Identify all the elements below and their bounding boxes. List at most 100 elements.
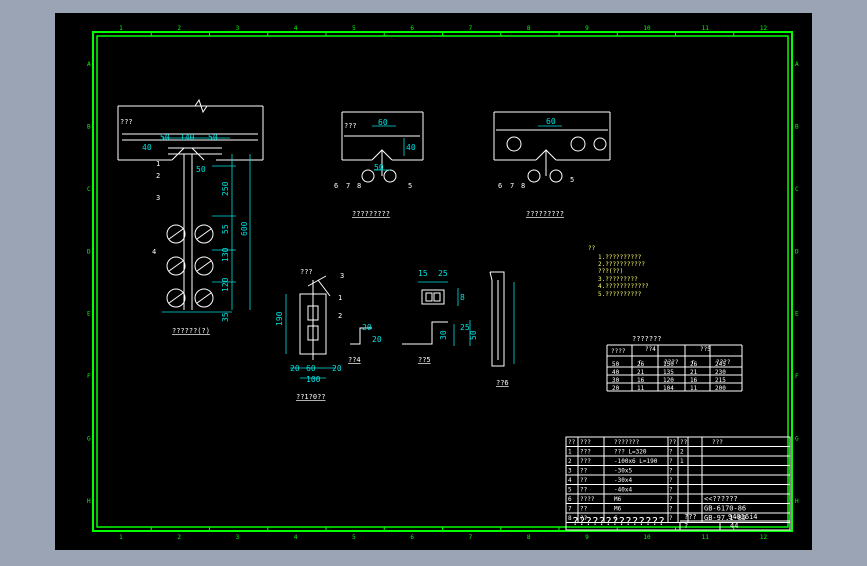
part-1-caption: ??1?0??: [296, 393, 326, 401]
border-col-bottom-5: 5: [352, 534, 356, 541]
size-table-header: ??4: [645, 346, 656, 353]
note-line-1: 1.??????????: [598, 254, 642, 261]
size-table-cell: 230: [715, 369, 726, 376]
note-line-3: ???(??): [598, 268, 623, 275]
border-row-right-B: B: [795, 124, 799, 131]
part-1-tag: ???: [300, 268, 313, 276]
part-2-caption: ??4: [348, 356, 361, 364]
border-col-top-8: 8: [527, 25, 531, 32]
border-col-bottom-1: 1: [119, 534, 123, 541]
parts-cell: M6: [614, 496, 622, 503]
main-small-dim-2: 50: [196, 165, 206, 174]
border-row-left-G: G: [87, 435, 91, 442]
main-caption: ??????(?): [172, 327, 210, 335]
parts-cell: ?: [669, 487, 673, 494]
border-col-bottom-8: 8: [527, 534, 531, 541]
detail-a-dim-1: 60: [378, 118, 388, 127]
note-line-5: 4.????????????: [598, 283, 649, 290]
detail-a-tag: ???: [344, 122, 357, 130]
parts-cell: 2: [568, 458, 572, 465]
main-right-dim-5: 35: [221, 312, 230, 322]
border-col-top-10: 10: [643, 25, 651, 32]
border-col-bottom-4: 4: [294, 534, 298, 541]
parts-cell: GB-6170-86: [704, 505, 746, 513]
detail-a-callout-7: 7: [346, 182, 350, 190]
border-row-left-H: H: [87, 498, 91, 505]
main-right-dim-3: 130: [221, 247, 230, 262]
border-row-left-C: C: [87, 186, 91, 193]
note-line-2: 2.???????????: [598, 261, 645, 268]
border-col-top-11: 11: [702, 25, 710, 32]
parts-cell: M6: [614, 506, 622, 513]
size-table-cell: 40: [612, 369, 620, 376]
note-line-4: 3.?????????: [598, 276, 638, 283]
detail-b-callout-5: 5: [570, 176, 574, 184]
part-1-callout-3: 3: [340, 272, 344, 280]
parts-cell: 1: [568, 449, 572, 456]
border-col-bottom-2: 2: [177, 534, 181, 541]
border-col-top-12: 12: [760, 25, 768, 32]
border-col-top-4: 4: [294, 25, 298, 32]
parts-cell: ??: [580, 487, 588, 494]
part-3-dim-4: 30: [439, 330, 448, 340]
drawing-no-label: ???: [684, 513, 697, 521]
notes-heading: ??: [588, 245, 596, 252]
size-table-cell: 50: [612, 361, 620, 368]
size-table-cell: 16: [637, 377, 645, 384]
size-table-cell: 21: [690, 369, 698, 376]
size-table-header: ??5: [700, 346, 711, 353]
detail-a-callout-5: 5: [408, 182, 412, 190]
part-2-dim-1: 20: [362, 323, 372, 332]
parts-cell: 4: [568, 477, 572, 484]
parts-header: ???????: [614, 439, 640, 446]
size-table-cell: 21: [637, 369, 645, 376]
part-3-dim-1: 15: [418, 269, 428, 278]
parts-header: ??: [669, 439, 677, 446]
border-col-top-6: 6: [410, 25, 414, 32]
border-row-left-F: F: [87, 373, 91, 380]
parts-cell: ?: [669, 506, 673, 513]
size-table-cell: 104: [663, 385, 674, 392]
detail-a-dim-3: 50: [374, 163, 384, 172]
size-table-cell: 20: [612, 385, 620, 392]
main-top-dim-1: 50: [160, 133, 170, 142]
main-top-dim-2: 140: [180, 133, 195, 142]
detail-b-callout-7: 7: [510, 182, 514, 190]
border-row-right-H: H: [795, 498, 799, 505]
size-table-cell: 11: [690, 385, 698, 392]
sheet-label: ?: [684, 522, 688, 530]
parts-cell: -30x5: [614, 468, 632, 475]
part-3-dim-6: 25: [460, 323, 470, 332]
parts-cell: 3: [568, 468, 572, 475]
detail-b-caption: ?????????: [526, 210, 564, 218]
parts-cell: ??: [580, 468, 588, 475]
part-1-callout-2: 2: [338, 312, 342, 320]
parts-cell: ??? L=320: [614, 449, 647, 456]
parts-cell: ??: [580, 506, 588, 513]
detail-b-callout-8: 8: [521, 182, 525, 190]
part-1-bottom-dim-1: 20: [290, 364, 300, 373]
main-callout-4: 4: [152, 248, 156, 256]
main-total-dim: 600: [240, 221, 249, 236]
parts-cell: ???: [580, 449, 591, 456]
parts-cell: 1: [680, 458, 684, 465]
parts-cell: ?: [669, 496, 673, 503]
detail-a-dim-2: 40: [406, 143, 416, 152]
size-table-cell: 135: [663, 369, 674, 376]
parts-cell: ??: [580, 477, 588, 484]
size-table-cell: 26: [690, 361, 698, 368]
main-callout-3: 3: [156, 194, 160, 202]
border-col-top-2: 2: [177, 25, 181, 32]
part-3-caption: ??5: [418, 356, 431, 364]
size-table-title: ???????: [632, 335, 662, 343]
main-right-dim-4: 120: [221, 277, 230, 292]
border-row-left-D: D: [87, 248, 91, 255]
cad-viewport[interactable]: 1 1 2 2 3 3 4 4 5 5 6 6 7 7 8 8 9 9 10 10 11 11 12 12 AABBCCDDE…: [0, 0, 867, 562]
parts-cell: 2: [680, 449, 684, 456]
size-table-cell: 200: [715, 385, 726, 392]
detail-b-callout-6: 6: [498, 182, 502, 190]
drawing-title: ??????????????: [572, 515, 665, 528]
border-row-right-G: G: [795, 435, 799, 442]
main-top-dim-3: 50: [208, 133, 218, 142]
size-table-cell: 215: [715, 377, 726, 384]
